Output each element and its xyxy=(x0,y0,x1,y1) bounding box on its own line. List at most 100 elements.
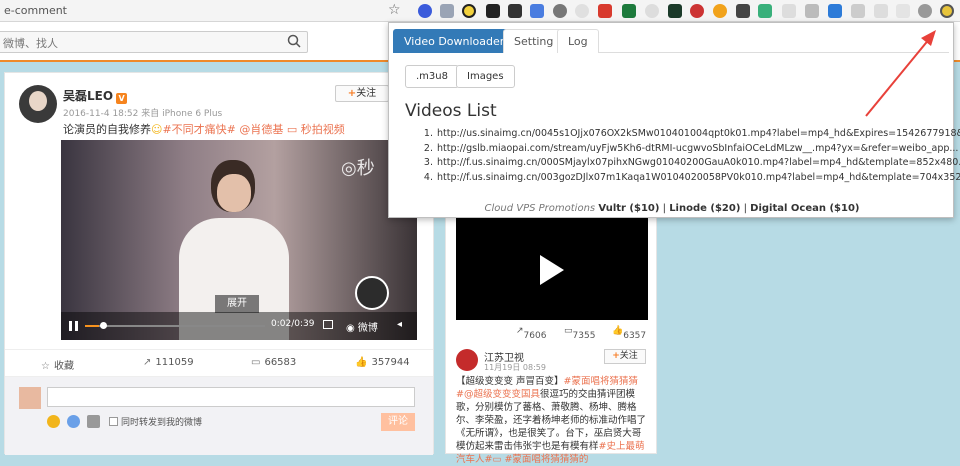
comment-area: 同时转发到我的微博 评论 xyxy=(5,377,433,455)
forward-checkbox[interactable]: 同时转发到我的微博 xyxy=(109,415,202,428)
extension-icon[interactable] xyxy=(782,4,796,18)
excel-icon[interactable] xyxy=(622,4,636,18)
browser-toolbar: e-comment ☆ xyxy=(0,0,960,22)
tab-setting[interactable]: Setting xyxy=(503,29,565,53)
comment-submit-button[interactable]: 评论 xyxy=(381,413,415,431)
plus-icon: + xyxy=(612,351,620,361)
video-list-item[interactable]: 3. http://f.us.sinaimg.cn/000SMjaylx07pih… xyxy=(421,156,960,171)
search-icon[interactable] xyxy=(287,34,301,48)
extension-icon[interactable] xyxy=(418,4,432,18)
follow-button[interactable]: +关注 xyxy=(604,349,646,364)
play-icon[interactable] xyxy=(540,255,564,285)
extension-icon[interactable] xyxy=(851,4,865,18)
video-list-item[interactable]: 4. http://f.us.sinaimg.cn/003gozDJlx07m1K… xyxy=(421,171,960,186)
emoji-icon[interactable] xyxy=(47,415,60,428)
star-icon: ☆ xyxy=(41,361,50,372)
follow-button[interactable]: +关注 xyxy=(335,85,389,102)
extension-icon[interactable] xyxy=(758,4,772,18)
verified-icon: V xyxy=(116,93,128,104)
share-icon: ↗ xyxy=(143,357,152,368)
translate-icon[interactable] xyxy=(530,4,544,18)
videos-list-title: Videos List xyxy=(405,101,497,121)
extension-icon[interactable] xyxy=(508,4,522,18)
video-downloader-popup: Video Downloader Setting Log .m3u8 Image… xyxy=(388,22,960,218)
topic-icon[interactable] xyxy=(67,415,80,428)
weibo-logo-icon: ◉ xyxy=(346,323,355,334)
smile-emoji-icon: ☺ xyxy=(151,123,163,136)
repost-button[interactable]: ↗ 111059 xyxy=(143,357,194,368)
topic-link[interactable]: #不同才痛快# xyxy=(162,123,235,136)
avatar xyxy=(19,387,41,409)
pause-icon[interactable] xyxy=(69,321,78,331)
side-post-text: 【超级变变变 声冒百变】#蒙面唱将猜猜猜#@超级变变变国具很逗巧的交由猜评团模歌… xyxy=(456,376,647,465)
address-bar-text[interactable]: e-comment xyxy=(0,0,67,22)
volume-icon[interactable]: ◂ xyxy=(397,319,402,330)
extension-icon[interactable] xyxy=(896,4,910,18)
extension-icon[interactable] xyxy=(462,4,476,18)
like-button[interactable]: 👍 357944 xyxy=(355,357,410,368)
video-list-item[interactable]: 1. http://us.sinaimg.cn/0045s1OJjx076OX2k… xyxy=(421,127,960,142)
fullscreen-icon[interactable] xyxy=(323,320,333,329)
video-controls: 0:02/0:39 ◉ 微博 ◂ xyxy=(61,312,417,340)
weibo-logo: ◉ 微博 xyxy=(346,323,378,334)
thumbs-up-icon: 👍 xyxy=(355,357,368,368)
video-list-item[interactable]: 2. http://gslb.miaopai.com/stream/uyFjw5K… xyxy=(421,142,960,157)
image-icon[interactable] xyxy=(87,415,100,428)
videos-list: 1. http://us.sinaimg.cn/0045s1OJjx076OX2k… xyxy=(421,127,960,185)
extension-icon[interactable] xyxy=(440,4,454,18)
star-icon[interactable]: ☆ xyxy=(388,2,401,18)
progress-knob[interactable] xyxy=(100,322,107,329)
mention-link[interactable]: @肖德基 xyxy=(239,123,283,136)
search-input[interactable]: 微博、找人 xyxy=(3,35,58,51)
avatar[interactable] xyxy=(456,349,478,371)
weibo-post: 吴磊LEO V 2016-11-4 18:52 来自 iPhone 6 Plus … xyxy=(4,72,434,455)
post-text: 论演员的自我修养☺#不同才痛快# @肖德基 ▭ 秒拍视频 xyxy=(63,123,345,136)
extension-icon[interactable] xyxy=(645,4,659,18)
extension-icon[interactable] xyxy=(874,4,888,18)
cloud-icon[interactable] xyxy=(918,4,932,18)
video-time: 0:02/0:39 xyxy=(271,319,315,329)
extension-icon[interactable] xyxy=(805,4,819,18)
comment-button[interactable]: ▭ 66583 xyxy=(251,357,296,368)
like-count[interactable]: 👍 6357 xyxy=(612,326,646,341)
side-post-date: 11月19日 08:59 xyxy=(484,363,546,372)
repost-count[interactable]: ↗ 7606 xyxy=(516,326,546,341)
extension-icon[interactable] xyxy=(690,4,704,18)
video-avatar xyxy=(355,276,389,310)
tab-log[interactable]: Log xyxy=(557,29,599,53)
video-progress-bar[interactable] xyxy=(85,325,265,327)
video-watermark: ◎秒 xyxy=(341,158,375,179)
promo-footer: Cloud VPS Promotions Vultr ($10) | Linod… xyxy=(484,203,860,214)
digitalocean-link[interactable]: Digital Ocean ($10) xyxy=(750,203,859,214)
bitcoin-icon[interactable] xyxy=(713,4,727,18)
extension-icon[interactable] xyxy=(553,4,567,18)
extension-icon[interactable] xyxy=(486,4,500,18)
plane-icon[interactable] xyxy=(828,4,842,18)
search-box[interactable]: 微博、找人 xyxy=(0,31,308,53)
extension-icon[interactable] xyxy=(598,4,612,18)
extension-icon[interactable] xyxy=(575,4,589,18)
collect-button[interactable]: ☆ 收藏 xyxy=(41,357,74,372)
post-meta: 2016-11-4 18:52 来自 iPhone 6 Plus xyxy=(63,109,223,119)
side-video-player[interactable] xyxy=(456,217,648,320)
post-actions: ☆ 收藏 ↗ 111059 ▭ 66583 👍 357944 xyxy=(5,349,433,377)
tab-video-downloader[interactable]: Video Downloader xyxy=(393,29,516,53)
avatar[interactable] xyxy=(19,85,57,123)
video-downloader-icon[interactable] xyxy=(940,4,954,18)
vultr-link[interactable]: Vultr ($10) xyxy=(598,203,659,214)
plus-icon: + xyxy=(347,88,357,99)
comment-input[interactable] xyxy=(47,387,415,407)
expand-button[interactable]: 展开 xyxy=(215,295,259,313)
video-link[interactable]: ▭ 秒拍视频 xyxy=(287,123,345,136)
post-author[interactable]: 吴磊LEO V xyxy=(63,87,128,104)
extension-icon[interactable] xyxy=(668,4,682,18)
side-post-stats: ↗ 7606 ▭ 7355 👍 6357 xyxy=(446,321,656,343)
m3u8-button[interactable]: .m3u8 xyxy=(405,65,459,88)
extension-icon[interactable] xyxy=(736,4,750,18)
linode-link[interactable]: Linode ($20) xyxy=(669,203,740,214)
video-player[interactable]: ◎秒 展开 0:02/0:39 ◉ 微博 ◂ xyxy=(61,140,417,340)
side-post: ↗ 7606 ▭ 7355 👍 6357 江苏卫视 11月19日 08:59 +… xyxy=(445,210,657,465)
images-button[interactable]: Images xyxy=(456,65,515,88)
comment-icon: ▭ xyxy=(251,357,261,368)
comment-count[interactable]: ▭ 7355 xyxy=(564,326,595,341)
